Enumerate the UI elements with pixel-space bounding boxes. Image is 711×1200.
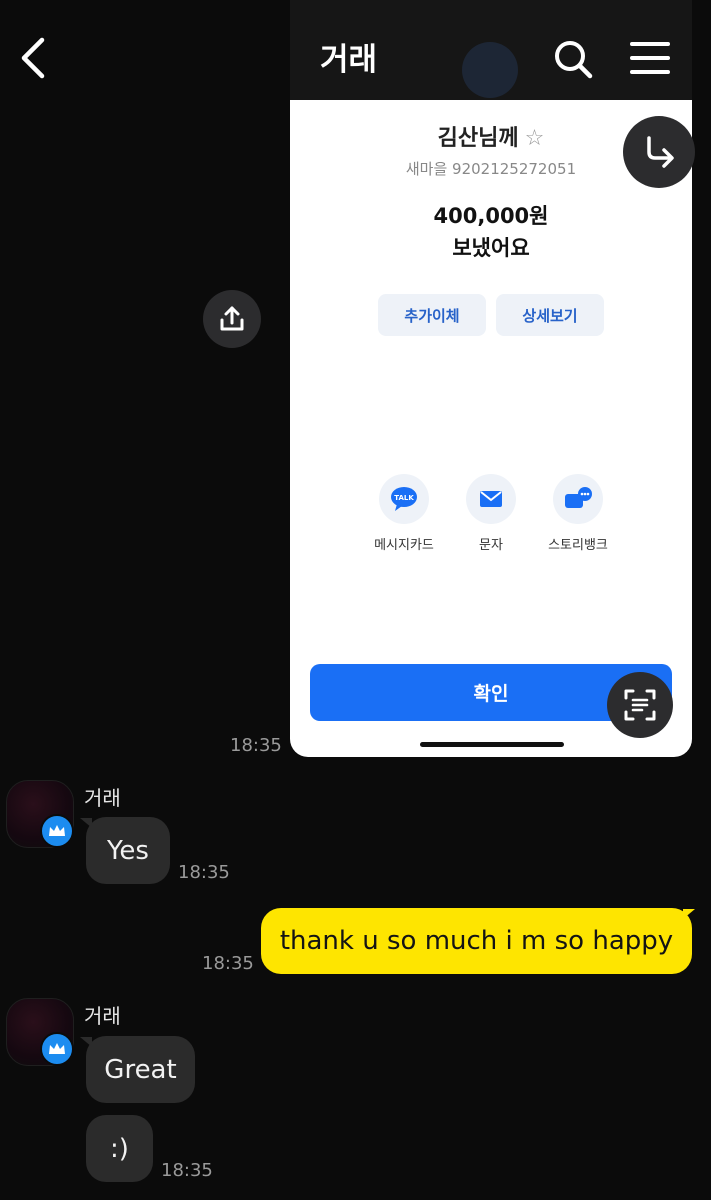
transfer-status: 보냈어요 (452, 236, 530, 260)
sender-name: 거래 (84, 1004, 121, 1028)
sender-name: 거래 (84, 786, 121, 810)
share-option-story-bank: 스토리뱅크 (523, 474, 633, 553)
shared-image-message[interactable]: 거래 김산님께 ☆ 새마을 9202125272051 400,000원 보냈어요… (290, 0, 692, 757)
message-time: 18:35 (202, 953, 254, 974)
message-bubble-outgoing[interactable]: thank u so much i m so happy (261, 908, 692, 974)
crown-badge-icon (40, 1032, 74, 1066)
talk-bubble-icon: TALK (379, 474, 429, 524)
talk-badge-text: TALK (394, 494, 414, 502)
shot-app-title: 거래 (320, 42, 378, 78)
message-bubble-incoming[interactable]: Yes (86, 817, 170, 884)
message-bubble-incoming[interactable]: Great (86, 1036, 195, 1103)
shot-header: 거래 (290, 0, 692, 100)
forward-arrow-icon (647, 136, 674, 168)
message-time: 18:35 (178, 862, 230, 883)
envelope-icon (466, 474, 516, 524)
details-button: 상세보기 (496, 294, 604, 336)
back-button[interactable] (14, 34, 54, 82)
story-bank-icon (553, 474, 603, 524)
share-button[interactable] (203, 290, 261, 348)
bubble-tail (683, 909, 695, 919)
chevron-left-icon (21, 37, 45, 79)
home-indicator (420, 742, 564, 747)
share-option-label: 스토리뱅크 (548, 538, 608, 553)
message-time: 18:35 (230, 735, 282, 756)
additional-transfer-button: 추가이체 (378, 294, 486, 336)
star-icon: ☆ (524, 126, 545, 151)
message-bubble-incoming[interactable]: :) (86, 1115, 153, 1182)
forward-button[interactable] (623, 116, 695, 188)
message-time: 18:35 (161, 1160, 213, 1181)
shot-ghost-circle (462, 42, 518, 98)
text-scan-button[interactable] (607, 672, 673, 738)
recipient-label: 김산님께 (437, 126, 519, 151)
share-upload-icon (220, 306, 244, 331)
transfer-amount: 400,000원 (433, 204, 549, 228)
search-icon (555, 41, 593, 79)
menu-icon (630, 42, 670, 74)
text-scan-icon (624, 689, 656, 721)
crown-badge-icon (40, 814, 74, 848)
